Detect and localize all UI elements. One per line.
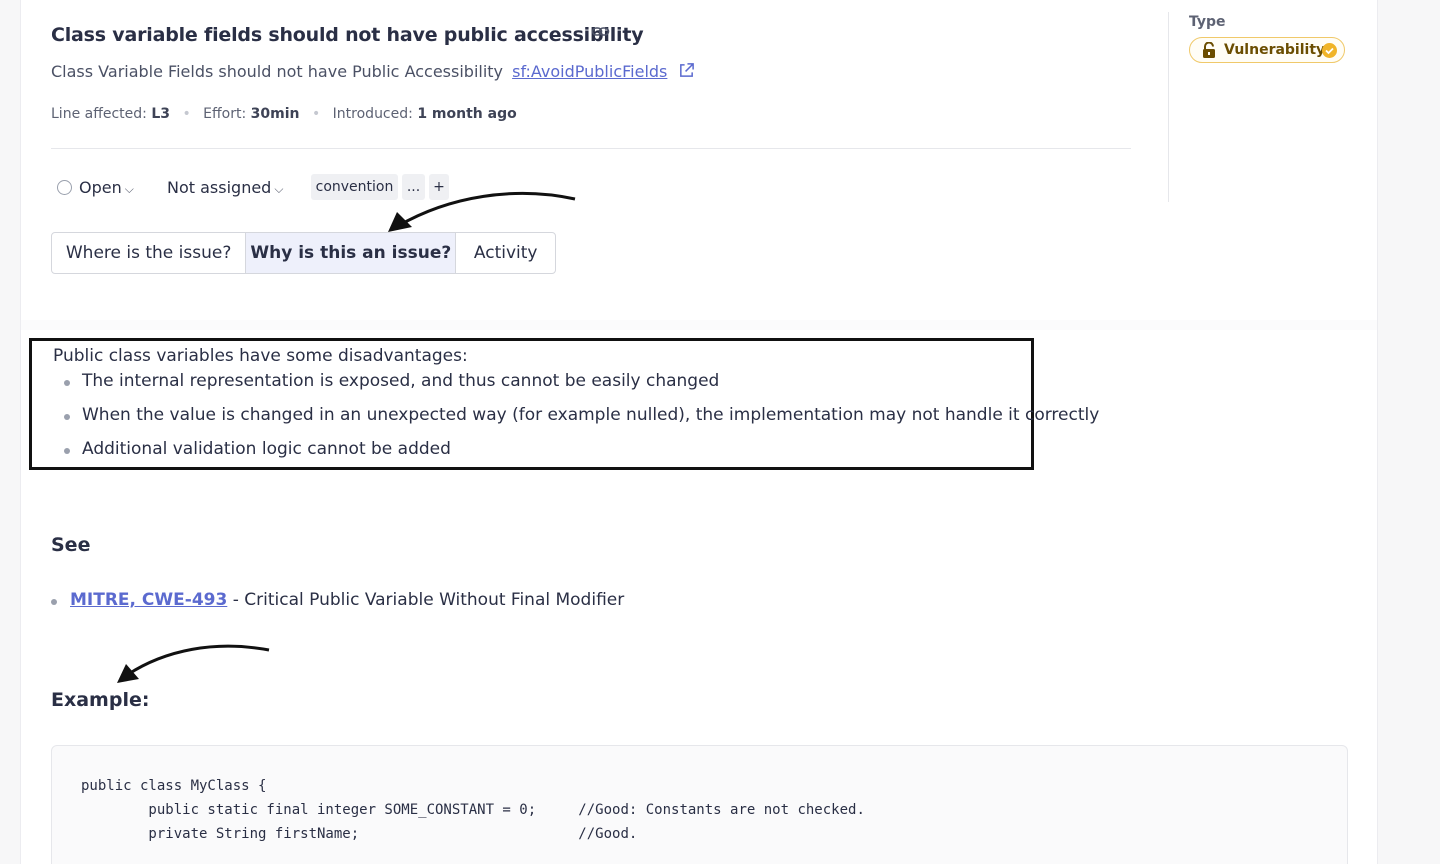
- assignee-dropdown[interactable]: Not assigned ⌵: [167, 178, 283, 197]
- tab-where-is-the-issue[interactable]: Where is the issue?: [52, 233, 245, 273]
- effort-label: Effort:: [203, 106, 247, 122]
- see-heading: See: [51, 534, 91, 556]
- list-item: MITRE, CWE-493 - Critical Public Variabl…: [50, 590, 625, 610]
- add-tag-button[interactable]: +: [429, 174, 449, 200]
- assignee-value: Not assigned: [167, 178, 272, 197]
- type-value: Vulnerability: [1224, 42, 1326, 58]
- link-icon[interactable]: [591, 24, 611, 40]
- status-dropdown[interactable]: Open ⌵: [79, 178, 134, 197]
- issue-tabs: Where is the issue? Why is this an issue…: [51, 232, 556, 274]
- description-intro: Public class variables have some disadva…: [53, 346, 468, 366]
- code-line: public class MyClass {: [81, 778, 267, 794]
- chevron-down-icon: ⌵: [124, 182, 134, 196]
- vertical-divider: [1168, 12, 1169, 202]
- lock-icon: [1203, 42, 1215, 58]
- rule-key-link[interactable]: sf:AvoidPublicFields: [512, 62, 667, 81]
- status-value: Open: [79, 178, 122, 197]
- rule-description: Class Variable Fields should not have Pu…: [51, 62, 504, 81]
- code-example: public class MyClass { public static fin…: [51, 745, 1348, 864]
- issue-meta: Line affected: L3 • Effort: 30min • Intr…: [51, 106, 517, 122]
- divider: [51, 148, 1131, 149]
- line-affected-value: L3: [151, 106, 170, 122]
- type-badge: Vulnerability: [1189, 37, 1345, 63]
- example-heading: Example:: [51, 689, 150, 711]
- chevron-down-icon: ⌵: [274, 182, 284, 196]
- rule-line: Class Variable Fields should not have Pu…: [51, 62, 695, 81]
- code-line: private String firstName; //Good.: [81, 826, 638, 842]
- status-radio[interactable]: [57, 180, 72, 195]
- code-line: public static final integer SOME_CONSTAN…: [81, 802, 865, 818]
- effort-value: 30min: [250, 106, 300, 122]
- description-box: Public class variables have some disadva…: [29, 338, 1099, 470]
- section-separator: [21, 320, 1377, 330]
- list-item: Additional validation logic cannot be ad…: [62, 439, 1099, 473]
- list-item: The internal representation is exposed, …: [62, 371, 1099, 405]
- check-circle-icon: [1322, 43, 1337, 58]
- tab-activity[interactable]: Activity: [455, 233, 555, 273]
- mitre-cwe-link[interactable]: MITRE, CWE-493: [70, 590, 227, 610]
- list-item: When the value is changed in an unexpect…: [62, 405, 1099, 439]
- tag-more[interactable]: ...: [402, 174, 425, 200]
- separator-dot: •: [311, 106, 321, 122]
- separator-dot: •: [182, 106, 191, 122]
- type-label: Type: [1189, 14, 1226, 30]
- tag-convention[interactable]: convention: [311, 174, 398, 200]
- external-link-icon[interactable]: [678, 62, 695, 79]
- introduced-label: Introduced:: [332, 106, 413, 122]
- issue-panel: Class variable fields should not have pu…: [20, 0, 1378, 864]
- tab-why-is-this-an-issue[interactable]: Why is this an issue?: [245, 233, 456, 273]
- description-list: The internal representation is exposed, …: [62, 371, 1099, 473]
- line-affected-label: Line affected:: [51, 106, 147, 122]
- reference-description: - Critical Public Variable Without Final…: [227, 590, 625, 610]
- issue-title: Class variable fields should not have pu…: [51, 24, 644, 46]
- introduced-value: 1 month ago: [417, 106, 517, 122]
